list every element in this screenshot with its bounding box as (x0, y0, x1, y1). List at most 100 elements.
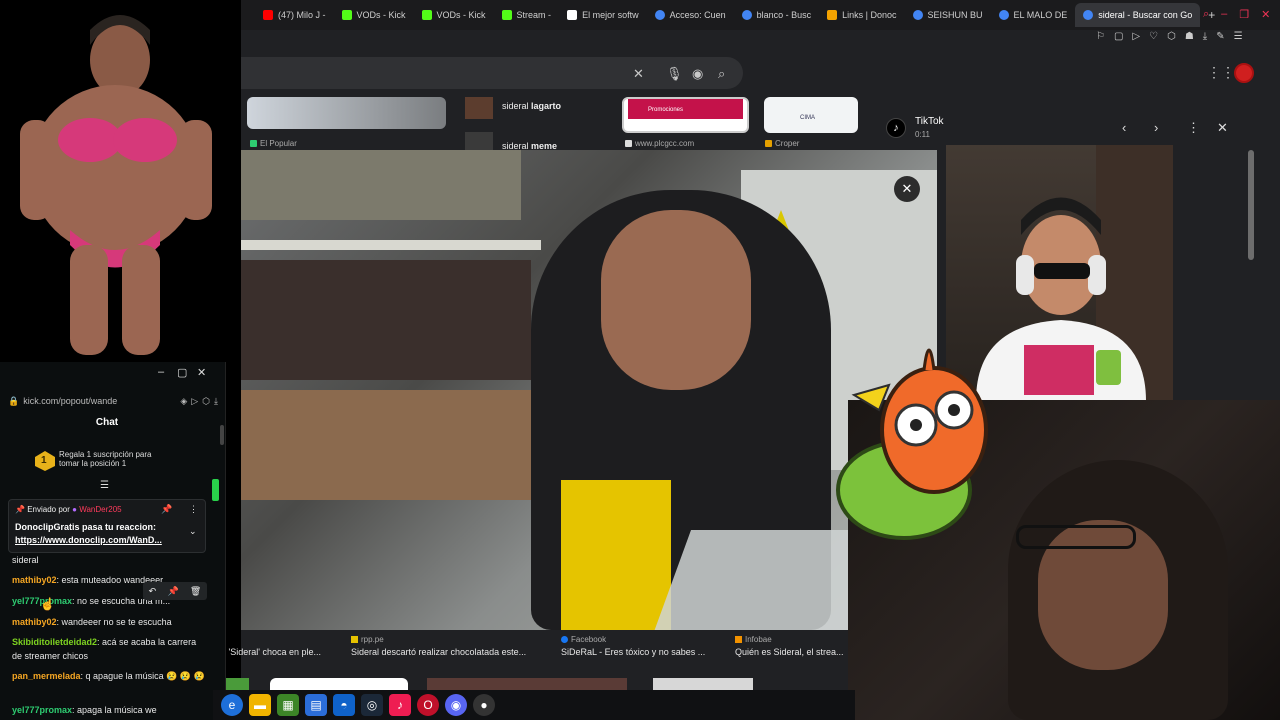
source-icon (765, 140, 772, 147)
extension-icon[interactable]: ⬡ (1167, 31, 1176, 42)
tab-label: Links | Donoc (842, 10, 897, 20)
download-icon[interactable]: ⤓ (1203, 31, 1207, 42)
chat-username[interactable]: yel777promax (12, 705, 72, 715)
opera-icon[interactable]: O (417, 694, 439, 716)
youtube-icon (263, 10, 273, 20)
steam-icon[interactable]: ◎ (361, 694, 383, 716)
obs-icon[interactable]: ● (473, 694, 495, 716)
page-scrollbar[interactable] (1248, 150, 1254, 260)
close-icon[interactable]: ✕ (1261, 8, 1270, 21)
reply-icon[interactable]: ↶ (149, 586, 157, 597)
related-search[interactable]: sideral lagarto (502, 101, 561, 111)
thumb-label: CIMA (800, 115, 815, 121)
pin-icon[interactable]: ⚐ (1096, 31, 1105, 42)
file-explorer-icon[interactable]: ▬ (249, 694, 271, 716)
video-preview[interactable] (241, 150, 937, 630)
result-caption[interactable]: Sideral descartó realizar chocolatada es… (351, 647, 526, 657)
search-input[interactable]: ✕ 🎙 ◉ ⌕ (241, 57, 743, 89)
tab-item[interactable]: Acceso: Cuen (647, 3, 734, 27)
search-icon[interactable]: ⌕ (718, 66, 725, 82)
source-icon (625, 140, 632, 147)
delete-icon[interactable]: 🗑 (190, 586, 201, 597)
result-caption[interactable]: SiDeRaL - Eres tóxico y no sabes ... (561, 647, 705, 657)
unpin-icon[interactable]: 📌 (161, 504, 172, 515)
chat-username[interactable]: Skibiditoiletdeidad2 (12, 637, 97, 647)
chevron-right-icon[interactable]: › (1154, 120, 1158, 135)
chat-text: : q apague la música 😢 😢 😢 (80, 671, 205, 681)
result-caption[interactable]: Quién es Sideral, el strea... (735, 647, 844, 657)
send-icon[interactable]: ▷ (191, 396, 198, 407)
account-icon[interactable]: ☗ (1185, 31, 1194, 42)
extension-icon[interactable]: ⬡ (202, 396, 210, 407)
tab-item[interactable]: VODs - Kick (414, 3, 494, 27)
result-caption[interactable]: ner 'Sideral' choca en ple... (213, 647, 321, 657)
tab-label: EL MALO DE (1013, 10, 1068, 20)
gift-subscription-promo[interactable]: Regala 1 suscripción para tomar la posic… (59, 450, 152, 468)
minimize-icon[interactable]: – (158, 366, 164, 378)
restore-icon[interactable]: ❐ (1239, 8, 1249, 21)
more-icon[interactable]: ⋮ (189, 504, 198, 515)
chevron-down-icon[interactable]: ⌄ (189, 526, 197, 537)
discord-icon[interactable]: ◉ (445, 694, 467, 716)
chat-text: : apaga la música we (72, 705, 157, 715)
download-icon[interactable]: ⤓ (214, 396, 218, 407)
close-icon[interactable]: ✕ (197, 366, 206, 379)
tab-item[interactable]: VODs - Kick (334, 3, 414, 27)
strip-thumb[interactable] (653, 678, 753, 690)
avatar[interactable] (1234, 63, 1254, 83)
image-result-thumb[interactable] (247, 97, 446, 129)
tab-item[interactable]: El mejor softw (559, 3, 647, 27)
outlook-icon[interactable]: ◓ (333, 694, 355, 716)
filter-icon[interactable]: ☰ (100, 480, 109, 491)
shield-icon[interactable]: ◈ (180, 396, 187, 407)
kick-icon (421, 10, 432, 20)
gift-progress-bar (212, 479, 219, 501)
strip-thumb[interactable] (427, 678, 627, 690)
ai-icon[interactable]: ✎ (1216, 31, 1224, 42)
pinned-message[interactable]: 📌 Enviado por ● WanDer205 📌 ⋮ ⌄ Donoclip… (8, 499, 206, 553)
maximize-icon[interactable]: ▢ (177, 366, 187, 379)
strip-thumb[interactable] (270, 678, 408, 690)
image-result-thumb[interactable]: CIMA (764, 97, 858, 133)
close-icon[interactable]: ✕ (1217, 120, 1228, 136)
lens-icon[interactable]: ◉ (692, 66, 703, 82)
tab-item[interactable]: (47) Milo J - (255, 3, 334, 27)
search-tabs-icon[interactable]: ⌕ (1203, 8, 1209, 21)
more-icon[interactable]: ⋮ (1187, 120, 1200, 136)
microphone-icon[interactable]: 🎙 (666, 66, 683, 82)
chat-username[interactable]: mathiby02 (12, 575, 57, 585)
edge-icon[interactable]: e (221, 694, 243, 716)
chat-username[interactable]: pan_mermelada (12, 671, 81, 681)
thumb-label: Promociones (628, 99, 743, 119)
tiktok-icon[interactable]: ♪ (389, 694, 411, 716)
cursor-icon: ☝ (40, 597, 55, 611)
minecraft-icon[interactable]: ▦ (277, 694, 299, 716)
google-icon (998, 10, 1009, 20)
clear-icon[interactable]: ✕ (633, 66, 644, 82)
minimize-icon[interactable]: – (1221, 8, 1227, 21)
tab-item[interactable]: EL MALO DE (991, 3, 1076, 27)
screenshot-icon[interactable]: ▢ (1114, 31, 1123, 42)
menu-icon[interactable]: ☰ (1234, 31, 1243, 42)
store-icon[interactable]: ▤ (305, 694, 327, 716)
chat-scrollbar[interactable] (220, 425, 224, 445)
image-strip (213, 678, 855, 690)
heart-icon[interactable]: ♡ (1149, 31, 1158, 42)
pinned-link[interactable]: https://www.donoclip.com/WanD... (15, 535, 162, 545)
chat-username[interactable]: mathiby02 (12, 617, 57, 627)
play-icon[interactable]: ▷ (1132, 31, 1140, 42)
close-video-button[interactable]: ✕ (894, 176, 920, 202)
image-result-thumb[interactable]: Promociones (622, 97, 749, 133)
tab-item[interactable]: Links | Donoc (819, 3, 904, 27)
mascot-sticker (834, 340, 990, 540)
tab-label: VODs - Kick (356, 10, 406, 20)
tab-item-active[interactable]: sideral - Buscar con Go (1075, 3, 1201, 27)
tab-item[interactable]: SEISHUN BU (905, 3, 991, 27)
tab-item[interactable]: Stream - (494, 3, 560, 27)
tab-label: Stream - (516, 10, 552, 20)
pin-icon[interactable]: 📌 (167, 586, 178, 597)
chevron-left-icon[interactable]: ‹ (1122, 120, 1126, 135)
tab-item[interactable]: blanco - Busc (734, 3, 820, 27)
address-bar[interactable]: 🔒 kick.com/popout/wande ◈ ▷ ⬡ ⤓ (8, 394, 218, 408)
tab-label: sideral - Buscar con Go (1098, 10, 1193, 20)
